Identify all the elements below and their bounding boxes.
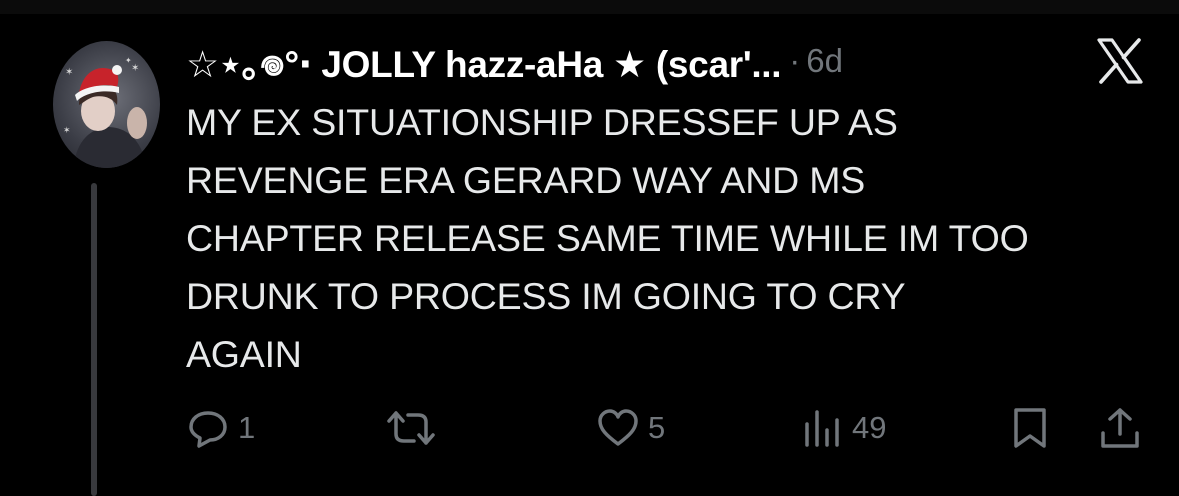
like-count: 5	[648, 410, 666, 445]
avatar[interactable]: ✶ ✶ ✶ ✦	[53, 41, 160, 168]
header-separator: ·	[789, 42, 801, 79]
reply-count: 1	[238, 410, 256, 445]
top-divider	[0, 0, 1179, 14]
share-upload-icon	[1101, 408, 1139, 448]
like-button[interactable]: 5	[596, 403, 665, 453]
display-name[interactable]: ☆⋆｡𖦹°‧ JOLLY hazz-aHa ★ (scar'...	[186, 34, 782, 88]
post-text: MY EX SITUATIONSHIP DRESSEF UP AS REVENG…	[186, 101, 1029, 375]
speech-bubble-icon	[189, 411, 227, 448]
svg-text:✶: ✶	[131, 63, 139, 74]
thread-line	[91, 183, 97, 496]
heart-icon	[598, 409, 638, 446]
repost-arrows-icon	[387, 411, 435, 445]
avatar-image: ✶ ✶ ✶ ✦	[63, 56, 147, 168]
svg-text:✶: ✶	[63, 126, 71, 136]
action-bar: 1 5 49	[186, 403, 1146, 453]
repost-button[interactable]	[386, 403, 444, 453]
bar-chart-icon	[805, 410, 839, 447]
post-timestamp[interactable]: 6d	[806, 42, 843, 80]
svg-text:✦: ✦	[125, 56, 132, 65]
bookmark-button[interactable]	[1010, 403, 1050, 453]
post-container: ✶ ✶ ✶ ✦ ☆⋆｡𖦹°‧ JOLLY hazz-aHa ★ (scar'..…	[0, 0, 1179, 496]
reply-button[interactable]: 1	[186, 403, 255, 453]
views-button[interactable]: 49	[800, 403, 886, 453]
x-logo-icon[interactable]	[1095, 36, 1145, 86]
svg-text:✶: ✶	[65, 67, 73, 78]
views-count: 49	[852, 410, 887, 445]
bookmark-icon	[1014, 408, 1046, 448]
post-header: ☆⋆｡𖦹°‧ JOLLY hazz-aHa ★ (scar'... · 6d	[186, 36, 843, 86]
share-button[interactable]	[1098, 403, 1142, 453]
